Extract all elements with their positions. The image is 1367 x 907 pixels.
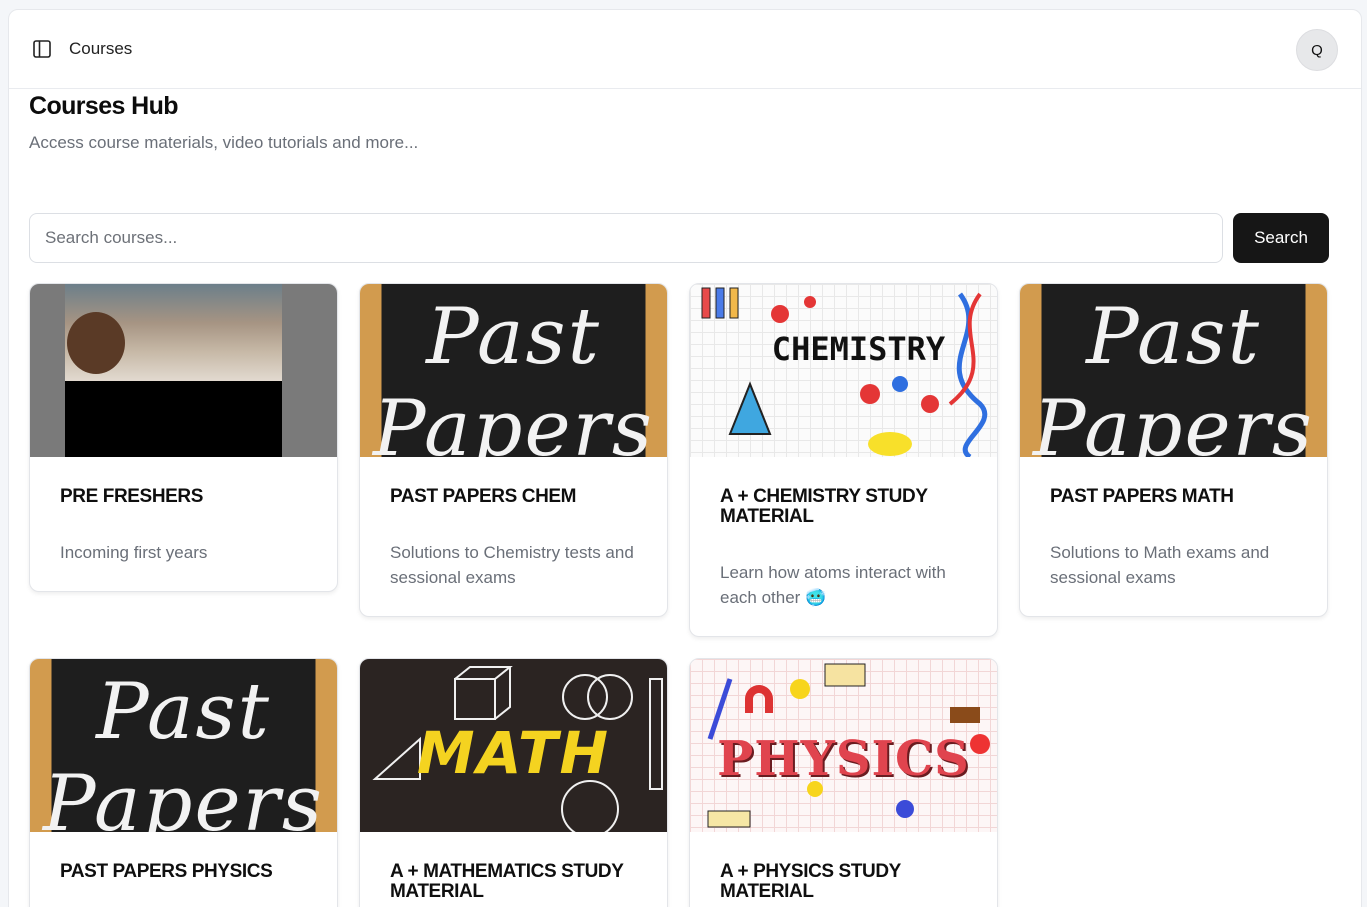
course-title: PAST PAPERS MATH	[1050, 486, 1234, 507]
course-image-past-papers: Past Papers	[1020, 284, 1327, 457]
course-description: Solutions to Math exams and sessional ex…	[1050, 543, 1270, 587]
course-image-past-papers: Past Papers	[360, 284, 667, 457]
course-image-math: MATH	[360, 659, 667, 832]
search-button[interactable]: Search	[1233, 213, 1329, 263]
course-card-chemistry-study[interactable]: CHEMISTRY A + CHEMISTRY STUDY MATERIAL L…	[689, 283, 998, 637]
search-input[interactable]	[29, 213, 1223, 263]
course-image-physics: PHYSICS	[690, 659, 997, 832]
topbar-title: Courses	[69, 39, 133, 58]
course-title: A + CHEMISTRY STUDY MATERIAL	[720, 486, 928, 527]
image-word-chemistry: CHEMISTRY	[771, 330, 946, 368]
course-card-past-papers-math[interactable]: Past Papers PAST PAPERS MATH Solutions t…	[1019, 283, 1328, 617]
course-image-students-photo	[30, 284, 337, 457]
page-subtitle: Access course materials, video tutorials…	[29, 133, 419, 152]
search-row: Search	[29, 213, 1329, 263]
page-header: Courses Hub Access course materials, vid…	[29, 92, 418, 153]
course-card-past-papers-physics[interactable]: Past Papers PAST PAPERS PHYSICS	[29, 658, 338, 907]
chalk-word-papers: Papers	[43, 759, 324, 832]
avatar[interactable]: Q	[1296, 29, 1338, 71]
course-card-pre-freshers[interactable]: PRE FRESHERS Incoming first years	[29, 283, 338, 592]
page-title: Courses Hub	[29, 92, 179, 120]
course-description: Learn how atoms interact with each other…	[720, 563, 946, 607]
chalk-word-papers: Papers	[373, 384, 654, 457]
course-image-chemistry: CHEMISTRY	[690, 284, 997, 457]
course-image-past-papers: Past Papers	[30, 659, 337, 832]
course-title: A + PHYSICS STUDY MATERIAL	[720, 861, 901, 902]
app-window: Courses Q Courses Hub Access course mate…	[8, 9, 1362, 907]
course-title: A + MATHEMATICS STUDY MATERIAL	[390, 861, 624, 902]
course-card-physics-study[interactable]: PHYSICS A + PHYSICS STUDY MATERIAL	[689, 658, 998, 907]
course-title: PAST PAPERS PHYSICS	[60, 861, 273, 882]
course-card-mathematics-study[interactable]: MATH A + MATHEMATICS STUDY MATERIAL	[359, 658, 668, 907]
chalk-word-past: Past	[426, 292, 601, 382]
image-word-math: MATH	[416, 719, 611, 787]
image-word-physics: PHYSICS	[717, 731, 970, 787]
course-title: PAST PAPERS CHEM	[390, 486, 577, 507]
chalk-word-papers: Papers	[1033, 384, 1314, 457]
chalk-word-past: Past	[96, 667, 271, 757]
course-description: Solutions to Chemistry tests and session…	[390, 543, 634, 587]
course-title: PRE FRESHERS	[60, 486, 204, 507]
sidebar-toggle-icon[interactable]	[31, 38, 53, 60]
chalk-word-past: Past	[1086, 292, 1261, 382]
top-bar: Courses Q	[9, 10, 1361, 89]
course-card-past-papers-chem[interactable]: Past Papers PAST PAPERS CHEM Solutions t…	[359, 283, 668, 617]
course-description: Incoming first years	[60, 543, 208, 562]
